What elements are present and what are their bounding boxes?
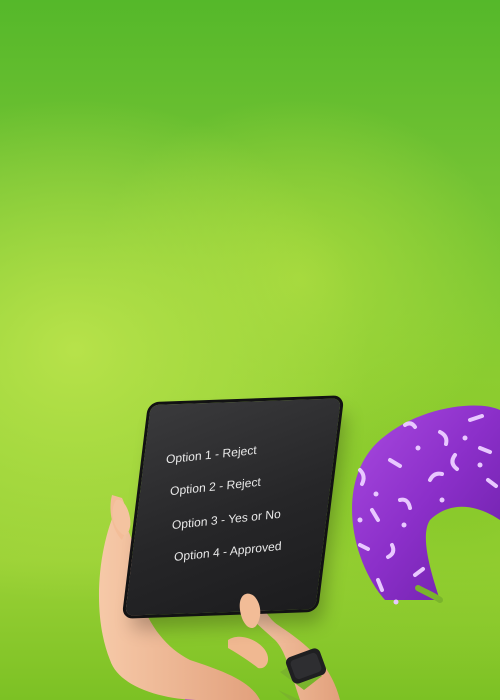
illustration-scene: Option 1 - Reject Option 2 - Reject Opti… — [0, 0, 500, 700]
thumb-overlay — [112, 499, 261, 629]
